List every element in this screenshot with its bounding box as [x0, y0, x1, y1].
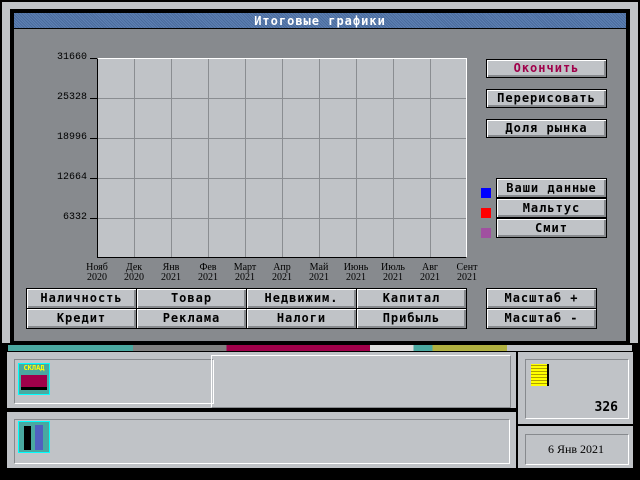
x-tick-year: 2021	[272, 272, 292, 283]
zoom-in-button[interactable]: Масштаб +	[486, 288, 597, 309]
x-tick-year: 2021	[198, 272, 218, 283]
legend-button-smith[interactable]: Смит	[496, 218, 607, 238]
coins-icon	[531, 364, 549, 386]
finish-button[interactable]: Окончить	[486, 59, 607, 78]
money-panel: 326	[517, 351, 634, 425]
date-panel: 6 Янв 2021	[517, 425, 634, 469]
x-tick-year: 2021	[161, 272, 181, 283]
x-tick-label: Март 2021	[225, 263, 265, 283]
y-tick	[90, 58, 97, 59]
advertising-button[interactable]: Реклама	[136, 308, 247, 329]
chart-plot-area	[97, 58, 467, 258]
x-tick-year: 2020	[124, 272, 144, 283]
info-panel-bottom	[6, 411, 517, 469]
grid-line-horizontal	[98, 138, 466, 139]
goods-button[interactable]: Товар	[136, 288, 247, 309]
legend-button-yours[interactable]: Ваши данные	[496, 178, 607, 198]
warehouse-icon[interactable]: СКЛАД	[18, 363, 50, 395]
x-tick-label: Дек 2020	[114, 263, 154, 283]
message-area	[211, 355, 511, 408]
y-tick-label: 18996	[56, 132, 87, 143]
legend-swatch-smith	[481, 228, 491, 238]
y-tick	[90, 138, 97, 139]
dialog-title: Итоговые графики	[14, 13, 626, 29]
money-value: 326	[594, 400, 618, 415]
y-tick	[90, 98, 97, 99]
info-panel-inset	[14, 419, 510, 464]
capital-button[interactable]: Капитал	[356, 288, 467, 309]
zoom-out-button[interactable]: Масштаб -	[486, 308, 597, 329]
market-share-button[interactable]: Доля рынка	[486, 119, 607, 138]
grid-line-vertical	[171, 59, 172, 257]
x-tick-label: Авг 2021	[410, 263, 450, 283]
x-tick-label: Нояб 2020	[77, 263, 117, 283]
x-tick-label: Июнь 2021	[336, 263, 376, 283]
x-tick-label: Апр 2021	[262, 263, 302, 283]
grid-line-vertical	[208, 59, 209, 257]
y-tick	[90, 218, 97, 219]
legend-swatch-malthus	[481, 208, 491, 218]
cash-button[interactable]: Наличность	[26, 288, 137, 309]
grid-line-horizontal	[98, 178, 466, 179]
grid-line-horizontal	[98, 98, 466, 99]
x-tick-label: Сент 2021	[447, 263, 487, 283]
info-panel-top: СКЛАД	[6, 351, 517, 409]
real-estate-button[interactable]: Недвижим.	[246, 288, 357, 309]
warehouse-icon-label: СКЛАД	[23, 364, 45, 372]
y-tick	[90, 178, 97, 179]
credit-button[interactable]: Кредит	[26, 308, 137, 329]
x-tick-year: 2021	[457, 272, 477, 283]
x-tick-year: 2021	[346, 272, 366, 283]
grid-line-vertical	[356, 59, 357, 257]
x-tick-label: Янв 2021	[151, 263, 191, 283]
y-tick-label: 6332	[62, 212, 87, 223]
grid-line-horizontal	[98, 218, 466, 219]
grid-line-vertical	[430, 59, 431, 257]
grid-line-vertical	[282, 59, 283, 257]
x-tick-year: 2020	[87, 272, 107, 283]
grid-line-vertical	[319, 59, 320, 257]
redraw-button[interactable]: Перерисовать	[486, 89, 607, 108]
x-tick-label: Июль 2021	[373, 263, 413, 283]
x-tick-year: 2021	[235, 272, 255, 283]
taxes-button[interactable]: Налоги	[246, 308, 357, 329]
x-tick-year: 2021	[309, 272, 329, 283]
x-tick-year: 2021	[383, 272, 403, 283]
date-display: 6 Янв 2021	[547, 442, 605, 456]
x-tick-label: Май 2021	[299, 263, 339, 283]
legend-button-malthus[interactable]: Мальтус	[496, 198, 607, 218]
y-tick-label: 31660	[56, 52, 87, 63]
legend-swatch-yours	[481, 188, 491, 198]
advisors-icon[interactable]	[18, 421, 50, 453]
grid-line-vertical	[134, 59, 135, 257]
grid-line-vertical	[393, 59, 394, 257]
y-tick-label: 12664	[56, 172, 87, 183]
y-tick-label: 25328	[56, 92, 87, 103]
grid-line-vertical	[245, 59, 246, 257]
x-tick-year: 2021	[420, 272, 440, 283]
x-tick-label: Фев 2021	[188, 263, 228, 283]
profit-button[interactable]: Прибыль	[356, 308, 467, 329]
